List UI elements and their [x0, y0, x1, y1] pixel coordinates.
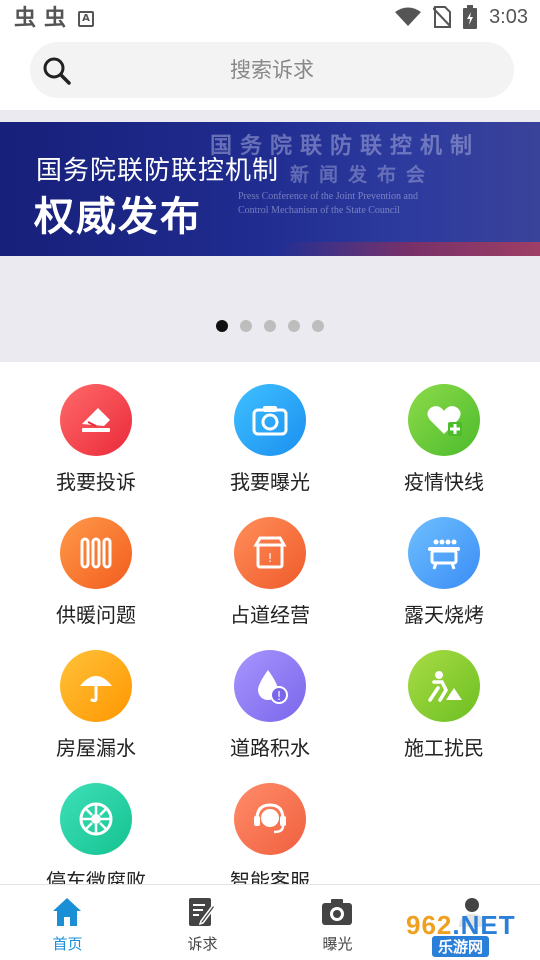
headset-icon: [234, 783, 306, 855]
construction-worker-icon: [408, 650, 480, 722]
svg-text:!: !: [268, 551, 273, 565]
notification-bug-icon: 虫: [44, 6, 67, 31]
notification-bug-icon: 虫: [14, 6, 37, 31]
service-bbq[interactable]: 露天烧烤: [354, 495, 534, 627]
nav-requests[interactable]: 诉求: [135, 885, 270, 960]
watermark-text: 乐游网: [432, 936, 490, 957]
camera-icon: [322, 899, 352, 925]
wheel-icon: [60, 783, 132, 855]
font-a-icon: A: [78, 11, 95, 27]
service-complaint[interactable]: 我要投诉: [6, 362, 186, 494]
service-customer-service[interactable]: 智能客服: [180, 761, 360, 893]
clock-time: 3:03: [489, 5, 528, 28]
carousel-dots: [0, 320, 540, 332]
banner-subtitle: 国务院联防联控机制: [36, 156, 280, 186]
banner-decoration: [280, 242, 540, 256]
carousel-dot[interactable]: [312, 320, 324, 332]
banner-english-text: Press Conference of the Joint Prevention…: [238, 191, 418, 216]
service-label: 供暖问题: [56, 603, 136, 627]
grill-icon: [408, 517, 480, 589]
carousel-dot[interactable]: [288, 320, 300, 332]
service-label: 露天烧烤: [404, 603, 484, 627]
service-street-vendor[interactable]: ! 占道经营: [180, 495, 360, 627]
water-drop-icon: !: [234, 650, 306, 722]
nav-expose[interactable]: 曝光: [270, 885, 405, 960]
radiator-icon: [60, 517, 132, 589]
service-heating[interactable]: 供暖问题: [6, 495, 186, 627]
carousel-dot[interactable]: [216, 320, 228, 332]
stall-icon: !: [234, 517, 306, 589]
complaint-icon: [60, 384, 132, 456]
carousel-dot[interactable]: [240, 320, 252, 332]
search-input[interactable]: [90, 42, 454, 98]
status-bar: 虫 虫 A 3:03: [0, 0, 540, 38]
service-label: 道路积水: [230, 736, 310, 760]
search-bar[interactable]: [30, 42, 514, 98]
service-label: 占道经营: [230, 603, 310, 627]
service-expose[interactable]: 我要曝光: [180, 362, 360, 494]
service-label: 施工扰民: [404, 736, 484, 760]
service-parking-corruption[interactable]: 停车微腐败: [6, 761, 186, 893]
no-sim-icon: [433, 6, 452, 28]
wifi-icon: [395, 7, 422, 26]
home-icon: [53, 898, 81, 926]
service-road-water[interactable]: ! 道路积水: [180, 628, 360, 760]
banner-slide[interactable]: 国务院联防联控机制 新闻发布会 Press Conference of the …: [0, 122, 540, 256]
nav-label: 首页: [52, 935, 83, 953]
service-construction-noise[interactable]: 施工扰民: [354, 628, 534, 760]
svg-text:!: !: [277, 689, 282, 703]
banner-carousel[interactable]: 国务院联防联控机制 新闻发布会 Press Conference of the …: [0, 110, 540, 362]
service-label: 疫情快线: [404, 470, 484, 494]
nav-home[interactable]: 首页: [0, 885, 135, 960]
service-label: 房屋漏水: [56, 736, 136, 760]
site-watermark: 962.NET 乐游网: [402, 910, 534, 957]
nav-label: 曝光: [322, 935, 353, 953]
banner-title: 权威发布: [34, 194, 202, 240]
umbrella-icon: [60, 650, 132, 722]
service-epidemic[interactable]: 疫情快线: [354, 362, 534, 494]
search-icon[interactable]: [42, 56, 72, 86]
service-label: 我要投诉: [56, 470, 136, 494]
service-leakage[interactable]: 房屋漏水: [6, 628, 186, 760]
nav-label: 诉求: [187, 935, 218, 953]
carousel-dot[interactable]: [264, 320, 276, 332]
edit-icon: [189, 898, 216, 926]
battery-icon: [463, 5, 478, 29]
camera-icon: [234, 384, 306, 456]
heart-plus-icon: [408, 384, 480, 456]
banner-background-subtitle: 新闻发布会: [290, 164, 436, 186]
service-label: 我要曝光: [230, 470, 310, 494]
